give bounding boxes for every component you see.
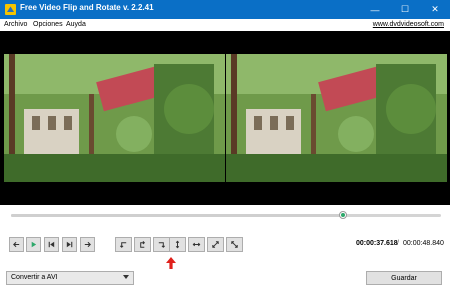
- red-arrow-up-icon: [166, 257, 176, 269]
- transverse-button[interactable]: [226, 237, 243, 252]
- close-button[interactable]: ✕: [420, 0, 450, 19]
- anti-diagonal-arrow-icon: [231, 241, 238, 248]
- menu-opciones[interactable]: Opciones: [33, 21, 63, 28]
- window-title: Free Video Flip and Rotate v. 2.2.41: [20, 3, 154, 12]
- menu-auyda[interactable]: Auyda: [66, 21, 86, 28]
- chevron-down-icon: [123, 275, 129, 279]
- play-icon: [31, 241, 37, 248]
- app-window: Free Video Flip and Rotate v. 2.2.41 — ☐…: [0, 0, 450, 294]
- rotate-left-button[interactable]: [115, 237, 132, 252]
- timeline-progress: [11, 214, 344, 217]
- rotate-right-icon: [158, 242, 166, 248]
- diagonal-arrow-icon: [212, 241, 219, 248]
- original-video-frame: [4, 54, 225, 182]
- menu-archivo[interactable]: Archivo: [4, 21, 27, 28]
- skip-previous-icon: [48, 241, 55, 248]
- output-format-value: Convertir a AVI: [11, 274, 58, 281]
- arrow-left-icon: [13, 241, 20, 248]
- website-link[interactable]: www.dvdvideosoft.com: [373, 21, 444, 28]
- previous-frame-button[interactable]: [44, 237, 59, 252]
- skip-next-icon: [66, 241, 73, 248]
- total-time: 00:00:48.840: [403, 240, 444, 247]
- menu-bar: Archivo Opciones Auyda www.dvdvideosoft.…: [0, 19, 450, 31]
- transpose-button[interactable]: [207, 237, 224, 252]
- video-preview: [0, 31, 450, 205]
- flip-horizontal-icon: [192, 242, 201, 247]
- timeline-track[interactable]: [11, 214, 441, 217]
- app-logo-icon: [5, 4, 16, 15]
- timeline-slider-handle[interactable]: [339, 211, 348, 219]
- preview-video-frame: [226, 54, 447, 182]
- step-back-button[interactable]: [9, 237, 24, 252]
- time-separator: /: [397, 240, 399, 247]
- save-button[interactable]: Guardar: [366, 271, 442, 285]
- title-bar[interactable]: Free Video Flip and Rotate v. 2.2.41 — ☐…: [0, 0, 450, 19]
- rotate-left-icon: [119, 242, 127, 248]
- rotate-right-button[interactable]: [153, 237, 170, 252]
- maximize-button[interactable]: ☐: [390, 0, 420, 19]
- flip-horizontal-button[interactable]: [188, 237, 205, 252]
- next-frame-button[interactable]: [62, 237, 77, 252]
- output-format-select[interactable]: Convertir a AVI: [6, 271, 134, 285]
- current-time: 00:00:37.618: [356, 240, 398, 247]
- minimize-button[interactable]: —: [360, 0, 390, 19]
- step-forward-button[interactable]: [80, 237, 95, 252]
- flip-vertical-icon: [175, 240, 180, 249]
- rotate-180-button[interactable]: [134, 237, 151, 252]
- rotate-180-icon: [140, 240, 146, 248]
- arrow-right-icon: [84, 241, 91, 248]
- play-button[interactable]: [26, 237, 41, 252]
- flip-vertical-button[interactable]: [169, 237, 186, 252]
